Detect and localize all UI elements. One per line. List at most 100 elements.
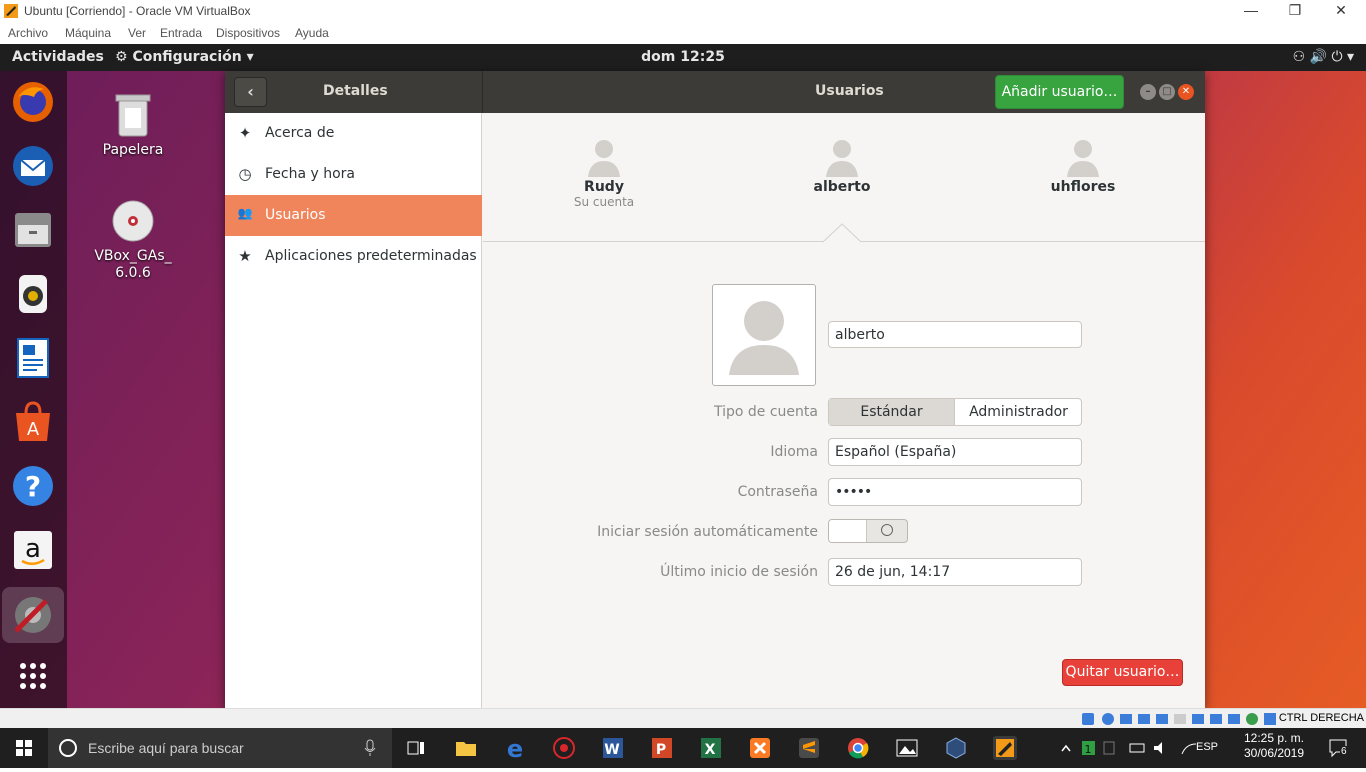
- clock-icon: ◷: [238, 165, 252, 183]
- file-explorer-icon[interactable]: [454, 736, 478, 760]
- svg-text:A: A: [27, 419, 40, 440]
- excel-icon[interactable]: X: [699, 736, 723, 760]
- svg-text:?: ?: [25, 470, 41, 503]
- app-menu-label: Configuración: [132, 49, 242, 65]
- back-button[interactable]: ‹: [234, 77, 267, 107]
- svg-text:e: e: [507, 736, 523, 760]
- ubuntu-vm-task-icon[interactable]: [993, 736, 1017, 760]
- firefox-icon[interactable]: [10, 79, 56, 125]
- account-type-standard[interactable]: Estándar: [829, 399, 955, 425]
- gnome-top-bar: Actividades ⚙ Configuración ▾ dom 12:25 …: [0, 44, 1366, 71]
- selection-arrow-icon: [823, 223, 861, 243]
- vbox-title-bar: Ubuntu [Corriendo] - Oracle VM VirtualBo…: [0, 0, 1366, 23]
- input-language[interactable]: ESP: [1196, 741, 1218, 753]
- close-button[interactable]: ✕: [1318, 2, 1364, 22]
- sidebar-item-about[interactable]: ✦ Acerca de: [225, 113, 482, 154]
- help-icon[interactable]: ?: [10, 463, 56, 509]
- rhythmbox-icon[interactable]: [10, 271, 56, 317]
- window-close-icon[interactable]: ✕: [1178, 84, 1194, 100]
- window-maximize-icon[interactable]: □: [1159, 84, 1175, 100]
- game-app-icon[interactable]: [552, 736, 576, 760]
- sparkle-icon: ✦: [238, 124, 252, 142]
- svg-text:X: X: [705, 742, 716, 758]
- gear-icon: ⚙: [115, 49, 133, 65]
- user-card-alberto[interactable]: alberto: [782, 135, 902, 195]
- menu-ver[interactable]: Ver: [128, 26, 146, 40]
- menu-entrada[interactable]: Entrada: [160, 26, 202, 40]
- sidebar-item-datetime[interactable]: ◷ Fecha y hora: [225, 154, 482, 195]
- dock: A ? a: [0, 71, 67, 708]
- taskbar-clock[interactable]: 12:25 p. m. 30/06/2019: [1234, 731, 1314, 761]
- vbox-device-icons: [1082, 713, 1276, 725]
- menu-dispositivos[interactable]: Dispositivos: [216, 26, 280, 40]
- desktop-vbox-cd[interactable]: VBox_GAs_ 6.0.6: [88, 182, 178, 299]
- users-icon: 👥: [237, 206, 253, 220]
- system-tray[interactable]: ⚇ 🔊 ⏻ ▾: [1293, 49, 1354, 65]
- powerpoint-icon[interactable]: P: [650, 736, 674, 760]
- menu-maquina[interactable]: Máquina: [65, 26, 111, 40]
- language-label: Idioma: [770, 444, 818, 460]
- account-type-admin[interactable]: Administrador: [956, 399, 1081, 425]
- software-icon[interactable]: A: [10, 399, 56, 445]
- amazon-icon[interactable]: a: [10, 527, 56, 573]
- word-icon[interactable]: W: [601, 736, 625, 760]
- last-login-button[interactable]: 26 de jun, 14:17: [828, 558, 1082, 586]
- thunderbird-icon[interactable]: [10, 143, 56, 189]
- user-card-rudy[interactable]: Rudy Su cuenta: [544, 135, 664, 209]
- autologin-switch[interactable]: [828, 519, 908, 543]
- chrome-icon[interactable]: [846, 736, 870, 760]
- task-view-icon[interactable]: [404, 736, 428, 760]
- virtualbox-icon: [4, 4, 18, 18]
- taskbar-search[interactable]: Escribe aquí para buscar: [48, 728, 392, 768]
- writer-icon[interactable]: [10, 335, 56, 381]
- user-name: alberto: [813, 179, 871, 195]
- sublime-icon[interactable]: [797, 736, 821, 760]
- photos-icon[interactable]: [895, 736, 919, 760]
- start-button[interactable]: [0, 728, 48, 768]
- windows-taskbar: Escribe aquí para buscar e W P X 1 ESP 1…: [0, 728, 1366, 768]
- clock[interactable]: dom 12:25: [641, 49, 725, 65]
- avatar-icon: [729, 301, 799, 375]
- show-apps-icon[interactable]: [10, 653, 56, 699]
- sidebar-item-users[interactable]: 👥 Usuarios: [225, 195, 482, 236]
- settings-icon[interactable]: [2, 587, 64, 643]
- tray-icons[interactable]: 1: [1058, 740, 1218, 756]
- remove-user-button[interactable]: Quitar usuario…: [1062, 659, 1183, 686]
- svg-text:a: a: [25, 534, 41, 564]
- trash-icon: [115, 94, 151, 137]
- autologin-label: Iniciar sesión automáticamente: [597, 524, 818, 540]
- search-placeholder: Escribe aquí para buscar: [88, 740, 244, 756]
- cd-icon: [112, 200, 154, 242]
- virtualbox-taskbar-icon[interactable]: [944, 736, 968, 760]
- files-icon[interactable]: [10, 207, 56, 253]
- edge-icon[interactable]: e: [503, 735, 527, 763]
- window-minimize-icon[interactable]: –: [1140, 84, 1156, 100]
- language-button[interactable]: Español (España): [828, 438, 1082, 466]
- minimize-button[interactable]: —: [1228, 2, 1274, 22]
- user-avatar-button[interactable]: [712, 284, 816, 386]
- user-name: uhflores: [1050, 179, 1116, 195]
- username-field[interactable]: alberto: [828, 321, 1082, 348]
- password-button[interactable]: •••••: [828, 478, 1082, 506]
- menu-archivo[interactable]: Archivo: [8, 26, 48, 40]
- account-type-label: Tipo de cuenta: [714, 404, 818, 420]
- activities-button[interactable]: Actividades: [12, 49, 104, 65]
- user-card-uhflores[interactable]: uhflores: [1023, 135, 1143, 195]
- app-menu[interactable]: ⚙ Configuración ▾: [115, 49, 254, 65]
- sidebar-item-label: Aplicaciones predeterminadas: [265, 248, 477, 264]
- search-icon: [59, 739, 77, 757]
- menu-ayuda[interactable]: Ayuda: [295, 26, 329, 40]
- taskbar-date: 30/06/2019: [1243, 746, 1305, 760]
- restore-button[interactable]: ❐: [1272, 2, 1318, 22]
- sidebar-item-label: Usuarios: [265, 207, 326, 223]
- notification-count: 6: [1340, 746, 1348, 757]
- notifications-button[interactable]: 6: [1328, 738, 1352, 758]
- xampp-icon[interactable]: [748, 736, 772, 760]
- add-user-button[interactable]: Añadir usuario…: [995, 75, 1124, 109]
- sidebar-item-default-apps[interactable]: ★ Aplicaciones predeterminadas: [225, 236, 482, 277]
- page-title: Usuarios: [815, 83, 884, 99]
- user-name: Rudy: [584, 179, 624, 195]
- desktop-trash[interactable]: Papelera: [88, 92, 178, 158]
- microphone-icon[interactable]: [364, 739, 376, 757]
- windows-icon: [16, 740, 32, 756]
